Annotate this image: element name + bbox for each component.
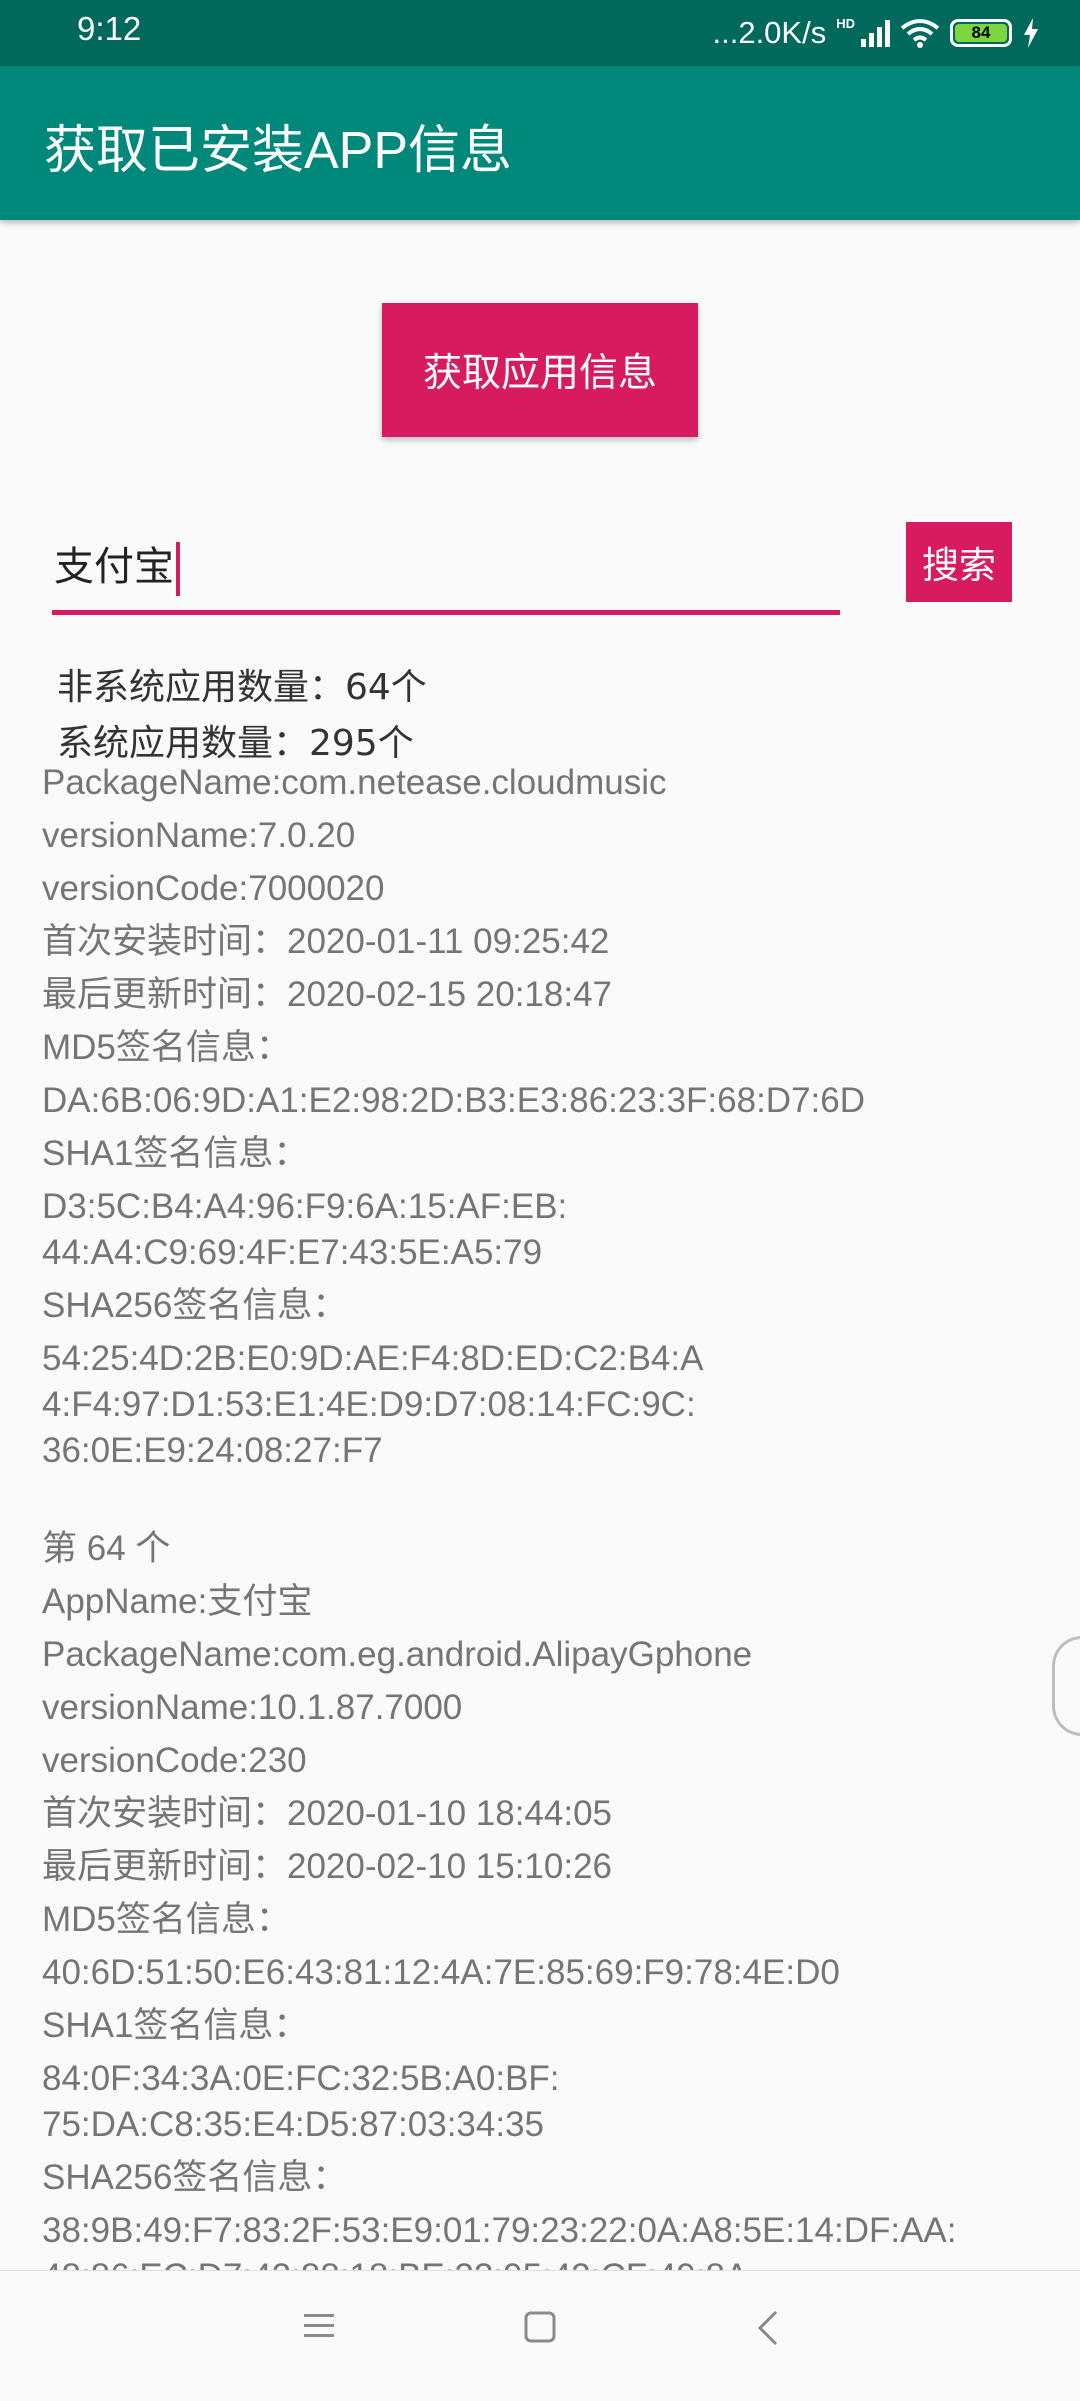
md5-value: 40:6D:51:50:E6:43:81:12:4A:7E:85:69:F9:7… — [42, 1953, 840, 1992]
version-code: versionCode:7000020 — [42, 869, 385, 908]
sha256-label: SHA256签名信息： — [42, 1286, 348, 1325]
charging-bolt-icon — [1024, 18, 1038, 48]
version-name: versionName:7.0.20 — [42, 816, 356, 855]
app-bar: 获取已安装APP信息 — [0, 66, 1080, 220]
app-info-item: 第 64 个 AppName:支付宝 PackageName:com.eg.an… — [42, 1522, 1062, 2303]
sha1-value: D3:5C:B4:A4:96:F9:6A:15:AF:EB: 44:A4:C9:… — [42, 1180, 1062, 1279]
sha256-line-1: 38:9B:49:F7:83:2F:53:E9:01:79:23:22:0A:A… — [42, 2211, 957, 2250]
first-install-time: 首次安装时间：2020-01-11 09:25:42 — [42, 922, 610, 961]
home-icon[interactable] — [523, 2310, 557, 2344]
page-title: 获取已安装APP信息 — [44, 122, 513, 180]
cellular-signal-icon — [861, 19, 890, 47]
sha256-line-1: 54:25:4D:2B:E0:9D:AE:F4:8D:ED:C2:B4:A — [42, 1339, 704, 1378]
text-cursor — [176, 542, 180, 596]
battery-icon: 84 — [950, 19, 1012, 47]
non-system-app-count: 非系统应用数量：64个 — [57, 667, 427, 708]
wifi-icon — [900, 19, 940, 48]
sha1-line-2: 75:DA:C8:35:E4:D5:87:03:34:35 — [42, 2105, 545, 2144]
search-input-value: 支付宝 — [54, 544, 174, 590]
last-update-time: 最后更新时间：2020-02-10 15:10:26 — [42, 1847, 612, 1886]
package-name: PackageName:com.netease.cloudmusic — [42, 763, 667, 802]
status-time: 9:12 — [77, 10, 142, 47]
edge-swipe-handle[interactable] — [1052, 1636, 1080, 1736]
sha1-label: SHA1签名信息： — [42, 1134, 309, 1173]
app-index: 第 64 个 — [42, 1529, 171, 1568]
get-app-info-button[interactable]: 获取应用信息 — [382, 303, 698, 437]
sha1-line-1: 84:0F:34:3A:0E:FC:32:5B:A0:BF: — [42, 2059, 560, 2098]
version-name: versionName:10.1.87.7000 — [42, 1688, 463, 1727]
version-code: versionCode:230 — [42, 1741, 307, 1780]
md5-label: MD5签名信息： — [42, 1028, 291, 1067]
sha1-value: 84:0F:34:3A:0E:FC:32:5B:A0:BF: 75:DA:C8:… — [42, 2052, 1062, 2151]
first-install-time: 首次安装时间：2020-01-10 18:44:05 — [42, 1794, 612, 1833]
network-speed: ...2.0K/s — [712, 15, 827, 50]
app-name: AppName:支付宝 — [42, 1582, 313, 1621]
sha256-label: SHA256签名信息： — [42, 2158, 348, 2197]
menu-icon[interactable] — [302, 2310, 336, 2340]
package-name: PackageName:com.eg.android.AlipayGphone — [42, 1635, 753, 1674]
status-bar: 9:12 ...2.0K/s HD 84 — [0, 0, 1080, 66]
hd-indicator: HD — [836, 15, 855, 31]
md5-label: MD5签名信息： — [42, 1900, 291, 1939]
sha256-line-2: 4:F4:97:D1:53:E1:4E:D9:D7:08:14:FC:9C: — [42, 1385, 696, 1424]
sha256-value: 54:25:4D:2B:E0:9D:AE:F4:8D:ED:C2:B4:A 4:… — [42, 1332, 1062, 1477]
search-input[interactable]: 支付宝 — [52, 518, 840, 615]
md5-value: DA:6B:06:9D:A1:E2:98:2D:B3:E3:86:23:3F:6… — [42, 1081, 865, 1120]
sha256-line-3: 36:0E:E9:24:08:27:F7 — [42, 1431, 383, 1470]
sha1-line-1: D3:5C:B4:A4:96:F9:6A:15:AF:EB: — [42, 1187, 568, 1226]
last-update-time: 最后更新时间：2020-02-15 20:18:47 — [42, 975, 612, 1014]
app-info-list: PackageName:com.netease.cloudmusic versi… — [42, 756, 1062, 2303]
app-info-item: PackageName:com.netease.cloudmusic versi… — [42, 756, 1062, 1477]
status-icons: ...2.0K/s HD 84 — [712, 12, 1040, 54]
sha1-label: SHA1签名信息： — [42, 2006, 309, 2045]
battery-level: 84 — [955, 23, 1007, 42]
search-button[interactable]: 搜索 — [906, 522, 1012, 602]
back-icon[interactable] — [756, 2310, 780, 2346]
sha1-line-2: 44:A4:C9:69:4F:E7:43:5E:A5:79 — [42, 1233, 543, 1272]
